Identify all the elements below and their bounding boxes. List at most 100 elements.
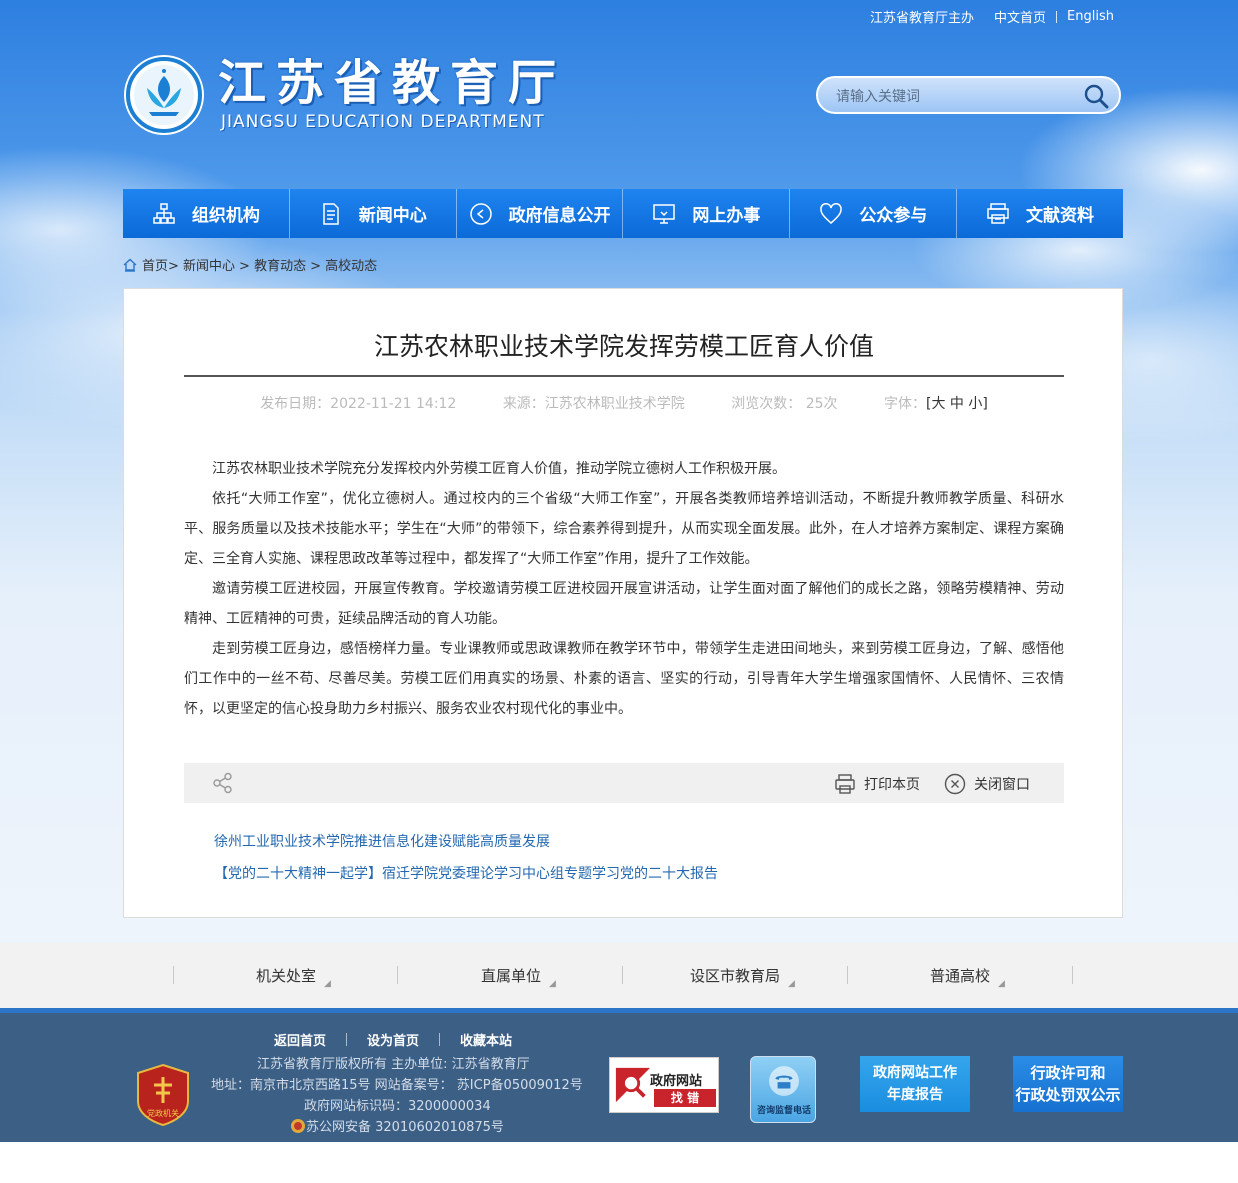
share-icon[interactable]: [212, 772, 234, 794]
nav-label: 公众参与: [859, 206, 928, 226]
tag-affiliated-units[interactable]: 直属单位 ◢: [481, 965, 556, 989]
nav-gov-info[interactable]: 政府信息公开: [457, 189, 624, 238]
printer-stack-icon: [987, 202, 1009, 224]
divider: [622, 966, 623, 984]
category-bar: 机关处室 ◢ 直属单位 ◢ 设区市教育局 ◢ 普通高校 ◢: [0, 943, 1238, 1008]
hotline-label: 咨询监督电话: [756, 1106, 811, 1116]
address-text: 地址：南京市北京西路15号 网站备案号： 苏ICP备05009012号: [211, 1078, 583, 1093]
search-box: [816, 76, 1121, 114]
nav-org[interactable]: 组织机构: [123, 189, 290, 238]
tag-label: 直属单位: [481, 967, 542, 985]
close-window-button[interactable]: 关闭窗口: [944, 773, 1030, 795]
host-text: 江苏省教育厅主办: [870, 11, 975, 26]
top-links: 江苏省教育厅主办 中文首页 English: [870, 7, 1114, 26]
article-paragraph: 依托“大师工作室”，优化立德树人。通过校内的三个省级“大师工作室”，开展各类教师…: [184, 491, 1064, 567]
play-circle-icon: [469, 202, 492, 225]
nav-online-services[interactable]: 网上办事: [623, 189, 791, 238]
report-line2: 年度报告: [887, 1087, 943, 1103]
article-toolbar: 打印本页 关闭窗口: [184, 763, 1064, 803]
double-publicity-box[interactable]: 行政许可和 行政处罚双公示: [1013, 1056, 1123, 1112]
article-panel: 江苏农林职业技术学院发挥劳模工匠育人价值 发布日期：2022-11-21 14:…: [123, 288, 1123, 918]
tag-label: 普通高校: [930, 967, 991, 985]
article-meta: 发布日期：2022-11-21 14:12 来源：江苏农林职业技术学院 浏览次数…: [124, 393, 1124, 413]
permit-line2: 行政处罚双公示: [1015, 1086, 1121, 1104]
font-size-switch[interactable]: [大 中 小]: [926, 396, 988, 412]
tag-city-bureaus[interactable]: 设区市教育局 ◢: [690, 965, 795, 989]
hotline-box[interactable]: 咨询监督电话: [750, 1056, 816, 1123]
error-box-line1: 政府网站: [650, 1074, 703, 1089]
close-label: 关闭窗口: [974, 777, 1030, 793]
set-homepage-link[interactable]: 设为首页: [367, 1030, 419, 1049]
search-icon[interactable]: [1083, 83, 1109, 109]
copyright-text: 江苏省教育厅版权所有 主办单位: 江苏省教育厅: [257, 1057, 530, 1072]
nav-documents[interactable]: 文献资料: [957, 189, 1123, 238]
magnifier-icon: [615, 1067, 651, 1103]
article-paragraph: 江苏农林职业技术学院充分发挥校内外劳模工匠育人价值，推动学院立德树人工作积极开展…: [212, 461, 786, 477]
site-id-text: 政府网站标识码：3200000034: [304, 1099, 491, 1114]
divider: [847, 966, 848, 984]
printer-icon: [835, 774, 855, 794]
breadcrumb-college-news[interactable]: > 高校动态: [310, 255, 377, 274]
title-divider: [184, 375, 1064, 377]
nav-public-participation[interactable]: 公众参与: [790, 189, 958, 238]
site-name-cn: 江苏省教育厅: [218, 55, 567, 111]
phone-icon: [769, 1066, 799, 1096]
related-link[interactable]: 【党的二十大精神一起学】宿迁学院党委理论学习中心组专题学习党的二十大报告: [214, 863, 718, 883]
breadcrumb-home[interactable]: 首页: [142, 255, 168, 274]
divider: [439, 1033, 440, 1046]
nav-label: 组织机构: [191, 206, 260, 226]
nav-label: 文献资料: [1026, 206, 1095, 226]
nav-label: 网上办事: [692, 206, 761, 226]
police-record[interactable]: 苏公网安备 32010602010875号: [290, 1116, 504, 1135]
nav-label: 新闻中心: [358, 206, 427, 226]
permit-line1: 行政许可和: [1030, 1064, 1106, 1082]
divider: [1072, 966, 1073, 984]
badge-text: 党政机关: [147, 1108, 179, 1118]
tag-label: 机关处室: [256, 967, 317, 985]
breadcrumb-edu-news[interactable]: > 教育动态: [239, 255, 306, 274]
heart-icon: [820, 202, 842, 224]
publish-date: 发布日期：2022-11-21 14:12: [260, 396, 457, 412]
article-paragraph: 邀请劳模工匠进校园，开展宣传教育。学校邀请劳模工匠进校园开展宣讲活动，让学生面对…: [184, 581, 1064, 627]
search-input[interactable]: [834, 86, 1068, 108]
breadcrumb-news[interactable]: > 新闻中心: [168, 255, 235, 274]
police-text: 苏公网安备 32010602010875号: [306, 1120, 504, 1135]
department-emblem-icon[interactable]: [123, 54, 205, 136]
document-icon: [322, 202, 339, 225]
police-emblem-icon: [291, 1118, 305, 1133]
report-line1: 政府网站工作: [873, 1065, 957, 1081]
article-title: 江苏农林职业技术学院发挥劳模工匠育人价值: [373, 332, 874, 361]
print-button[interactable]: 打印本页: [834, 773, 920, 795]
corner-arrow-icon: ◢: [998, 979, 1005, 989]
home-icon: [123, 258, 137, 272]
tag-universities[interactable]: 普通高校 ◢: [930, 965, 1005, 989]
article-paragraph: 走到劳模工匠身边，感悟榜样力量。专业课教师或思政课教师在教学环节中，带领学生走进…: [184, 641, 1064, 717]
report-error-box[interactable]: 政府网站 找 错: [609, 1057, 719, 1113]
main-nav: 组织机构 新闻中心 政府信息公开 网上办事 公众参与 文献资料: [123, 189, 1123, 238]
bookmark-link[interactable]: 收藏本站: [460, 1030, 512, 1049]
monitor-icon: [653, 203, 676, 224]
nav-news[interactable]: 新闻中心: [290, 189, 457, 238]
divider: [173, 966, 174, 984]
breadcrumb: 首页 > 新闻中心 > 教育动态 > 高校动态: [123, 255, 377, 274]
party-gov-badge-icon[interactable]: 党政机关: [136, 1063, 190, 1127]
tag-label: 设区市教育局: [690, 967, 781, 985]
article-body: 江苏农林职业技术学院充分发挥校内外劳模工匠育人价值，推动学院立德树人工作积极开展…: [184, 454, 1064, 724]
nav-label: 政府信息公开: [508, 206, 611, 226]
tag-departments[interactable]: 机关处室 ◢: [256, 965, 331, 989]
print-label: 打印本页: [864, 777, 920, 793]
divider: [346, 1033, 347, 1046]
error-box-line2: 找 错: [654, 1089, 716, 1107]
chinese-home-link[interactable]: 中文首页: [994, 7, 1046, 26]
corner-arrow-icon: ◢: [549, 979, 556, 989]
english-link[interactable]: English: [1067, 9, 1114, 24]
article-source: 来源：江苏农林职业技术学院: [502, 396, 685, 412]
related-link[interactable]: 徐州工业职业技术学院推进信息化建设赋能高质量发展: [214, 831, 550, 851]
annual-report-box[interactable]: 政府网站工作 年度报告: [860, 1056, 970, 1112]
view-count: 浏览次数： 25次: [731, 396, 838, 412]
org-chart-icon: [153, 202, 175, 224]
corner-arrow-icon: ◢: [324, 979, 331, 989]
site-footer: 返回首页 设为首页 收藏本站 党政机关 江苏省教育厅版权所有 主办单位: 江苏省…: [0, 1008, 1238, 1142]
back-home-link[interactable]: 返回首页: [274, 1030, 326, 1049]
font-size-label: 字体：: [883, 396, 926, 412]
